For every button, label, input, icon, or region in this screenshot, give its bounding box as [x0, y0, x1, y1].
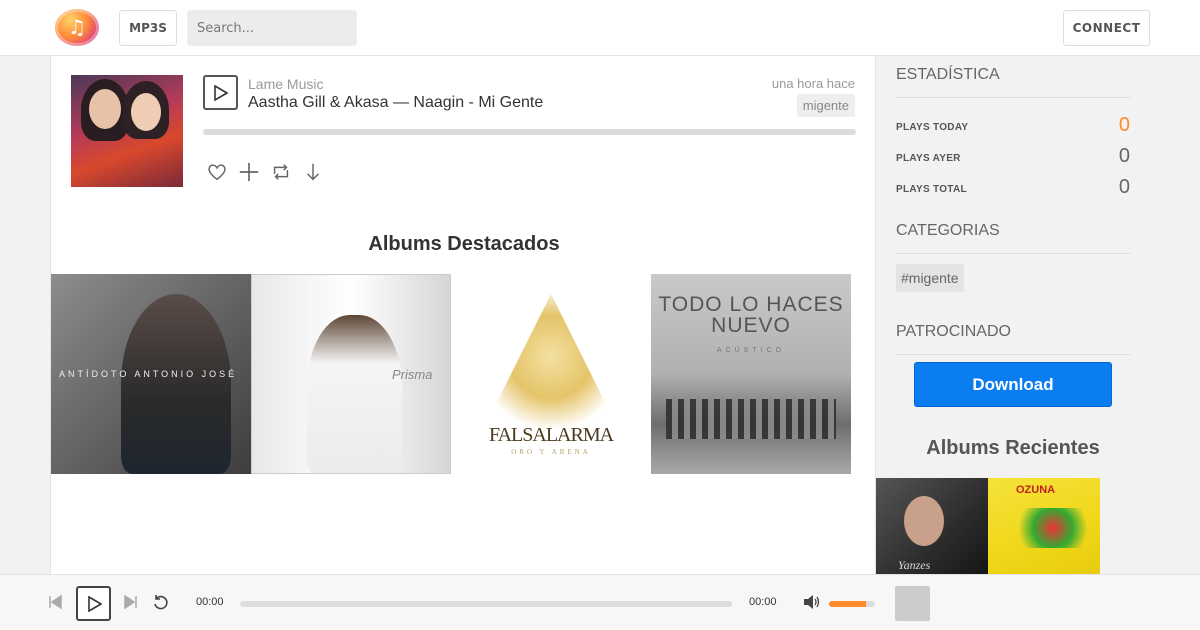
track-actions	[206, 161, 324, 183]
player-play-button[interactable]	[76, 586, 111, 621]
download-button[interactable]: Download	[914, 362, 1112, 407]
album-cover-face	[904, 496, 944, 546]
track-artist[interactable]: Lame Music	[248, 76, 323, 92]
stat-label: PLAYS TODAY	[896, 122, 969, 133]
download-icon[interactable]	[302, 161, 324, 183]
next-icon[interactable]	[124, 594, 138, 610]
stats-title: ESTADÍSTICA	[896, 66, 1000, 83]
album-cover-text: Yanzes	[898, 558, 931, 572]
album-card[interactable]: Prisma	[251, 274, 451, 474]
cover-face	[131, 93, 161, 131]
divider	[896, 253, 1130, 254]
play-icon	[214, 85, 228, 101]
album-cover-text: TODO LO HACES NUEVO	[658, 293, 844, 337]
plus-icon[interactable]	[238, 161, 260, 183]
album-cover-emblem	[481, 294, 621, 434]
sponsored-title: PATROCINADO	[896, 323, 1011, 340]
recent-album-card[interactable]: OZUNA	[988, 478, 1100, 574]
search-input[interactable]	[187, 10, 357, 46]
volume-level	[829, 601, 866, 607]
audio-player: 00:00 00:00	[0, 574, 1200, 630]
album-card[interactable]: FALSALARMA ORO Y ARENA	[451, 274, 651, 474]
album-cover-subtext: ACÚSTICO	[716, 347, 786, 354]
mp3s-button[interactable]: MP3S	[119, 10, 177, 46]
recent-album-card[interactable]: Yanzes	[876, 478, 988, 574]
stat-label: PLAYS TOTAL	[896, 184, 967, 195]
featured-albums-grid: ANTÍDOTO ANTONIO JOSÉ Prisma FALSALARMA …	[51, 274, 851, 474]
logo[interactable]: ♫	[55, 9, 99, 46]
featured-albums-heading: Albums Destacados	[368, 233, 560, 255]
sidebar: ESTADÍSTICA PLAYS TODAY 0 PLAYS AYER 0 P…	[876, 56, 1200, 574]
album-cover-text: FALSALARMA	[488, 424, 614, 446]
stat-label: PLAYS AYER	[896, 153, 961, 164]
top-header: ♫ MP3S CONNECT	[0, 0, 1200, 56]
main-content: Lame Music Aastha Gill & Akasa — Naagin …	[50, 56, 876, 574]
album-cover-text: ANTÍDOTO ANTONIO JOSÉ	[59, 369, 238, 379]
connect-button[interactable]: CONNECT	[1063, 10, 1150, 46]
album-cover-art	[1008, 508, 1098, 548]
category-tag[interactable]: #migente	[896, 264, 964, 292]
track-tag[interactable]: migente	[796, 94, 855, 117]
track-progress-bar[interactable]	[203, 129, 856, 135]
volume-icon[interactable]	[803, 594, 821, 610]
previous-icon[interactable]	[48, 594, 62, 610]
album-cover-text: OZUNA	[1016, 484, 1056, 496]
track-title[interactable]: Aastha Gill & Akasa — Naagin - Mi Gente	[248, 94, 543, 112]
track-play-button[interactable]	[203, 75, 238, 110]
album-cover-subtext: ORO Y ARENA	[511, 448, 591, 456]
divider	[896, 354, 1130, 355]
album-cover-text: Prisma	[392, 367, 433, 382]
cover-face	[89, 89, 121, 129]
now-playing-thumbnail[interactable]	[895, 586, 930, 621]
album-cover-figure	[307, 315, 402, 473]
play-icon	[88, 596, 102, 612]
recent-albums-heading: Albums Recientes	[926, 437, 1100, 459]
stat-value: 0	[1118, 176, 1130, 198]
repeat-icon[interactable]	[152, 594, 170, 612]
heart-icon[interactable]	[206, 161, 228, 183]
player-progress-bar[interactable]	[240, 601, 732, 607]
track-cover[interactable]	[71, 75, 183, 187]
divider	[896, 97, 1130, 98]
album-cover-figures	[666, 399, 836, 439]
volume-slider[interactable]	[829, 601, 875, 607]
categories-title: CATEGORIAS	[896, 222, 1000, 239]
album-cover-figure	[121, 294, 231, 474]
music-note-icon: ♫	[68, 15, 86, 39]
stat-value: 0	[1118, 145, 1130, 167]
current-time: 00:00	[196, 596, 224, 608]
repost-icon[interactable]	[270, 161, 292, 183]
duration: 00:00	[749, 596, 777, 608]
track-time-ago: una hora hace	[771, 76, 855, 91]
album-card[interactable]: ANTÍDOTO ANTONIO JOSÉ	[51, 274, 251, 474]
album-card[interactable]: TODO LO HACES NUEVO ACÚSTICO	[651, 274, 851, 474]
stat-value: 0	[1118, 114, 1130, 136]
